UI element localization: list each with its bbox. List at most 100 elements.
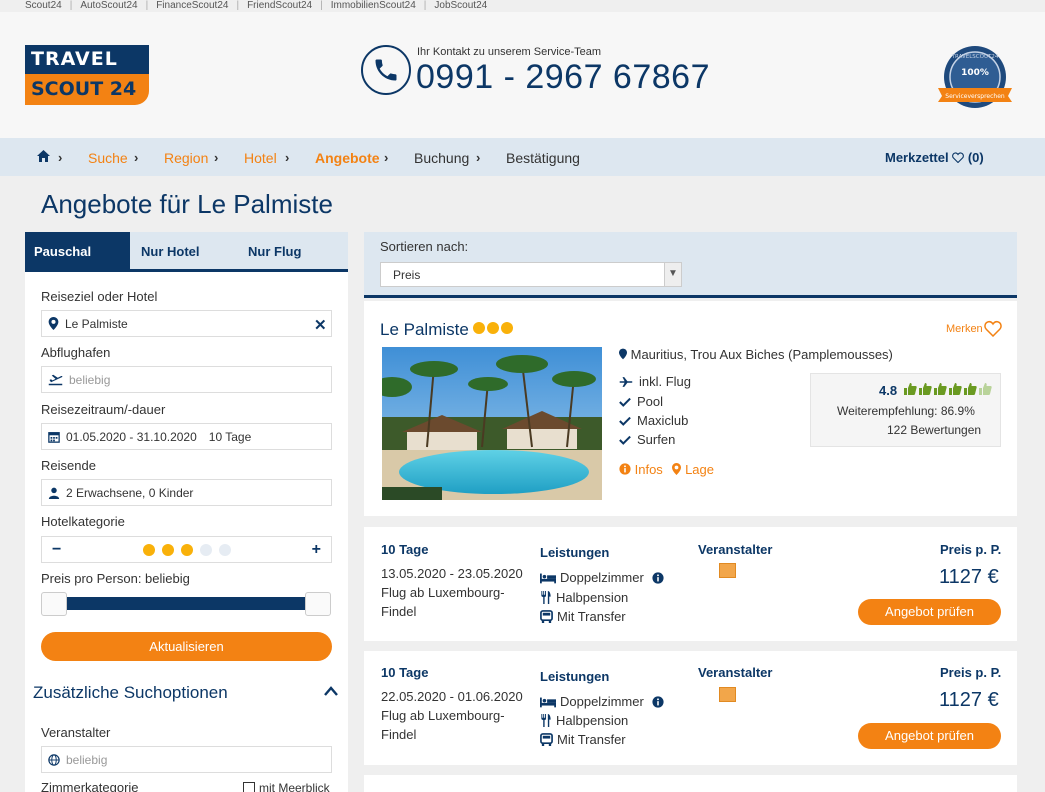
category-dot-2: [161, 543, 174, 556]
plane-icon: [619, 376, 633, 387]
info-link-label: Infos: [634, 462, 663, 477]
info-link[interactable]: Infos: [619, 462, 666, 477]
minus-icon[interactable]: −: [52, 541, 61, 559]
travelers-label: Reisende: [41, 458, 96, 473]
nav-link-financescout24[interactable]: FinanceScout24: [156, 0, 228, 12]
nav-link-scout24[interactable]: Scout24: [25, 0, 62, 12]
offer-flight: Flug ab Luxembourg-: [381, 585, 505, 600]
travelers-field[interactable]: 2 Erwachsene, 0 Kinder: [41, 479, 332, 506]
breadcrumb-region[interactable]: Region: [164, 150, 208, 166]
breadcrumb-suche[interactable]: Suche: [88, 150, 128, 166]
info-icon: [652, 695, 664, 708]
merken-label: Merken: [946, 323, 983, 335]
duration-value: 10 Tage: [208, 429, 252, 444]
seaview-label: mit Meerblick: [259, 781, 330, 792]
seal-ribbon: Serviceversprechen: [945, 93, 1005, 100]
check-icon: [619, 435, 631, 445]
plus-icon[interactable]: +: [312, 541, 321, 559]
extra-options-title[interactable]: Zusätzliche Suchoptionen: [33, 683, 228, 703]
seal-percent: 100%: [961, 68, 989, 78]
operator-header: Veranstalter: [698, 542, 773, 557]
period-value: 01.05.2020 - 31.10.2020: [66, 429, 197, 444]
update-button[interactable]: Aktualisieren: [41, 632, 332, 661]
offer-room-label: Doppelzimmer: [560, 694, 644, 709]
chevron-right-icon: ›: [384, 150, 389, 165]
price-label: Preis pro Person: beliebig: [41, 571, 190, 586]
chevron-right-icon: ›: [285, 150, 290, 165]
offer-transfer: Mit Transfer: [540, 732, 626, 747]
home-icon[interactable]: [36, 149, 51, 168]
offer-transfer-label: Mit Transfer: [557, 609, 626, 624]
hotline-number[interactable]: 0991 - 2967 67867: [416, 58, 710, 97]
merkzettel-count: (0): [967, 150, 984, 165]
thumb-up-icon: [964, 383, 977, 395]
category-dot-5: [218, 543, 231, 556]
price-header: Preis p. P.: [940, 542, 1002, 557]
offer-dates: 13.05.2020 - 23.05.2020: [381, 566, 523, 581]
breadcrumb-hotel[interactable]: Hotel: [244, 150, 277, 166]
period-field[interactable]: 01.05.2020 - 31.10.2020 10 Tage: [41, 423, 332, 450]
heart-icon[interactable]: [984, 320, 1002, 342]
person-icon: [48, 487, 60, 499]
chevron-down-icon[interactable]: ▼: [664, 263, 681, 286]
category-dot-3: [180, 543, 193, 556]
review-count[interactable]: 122 Bewertungen: [887, 423, 981, 437]
cutlery-icon: [541, 591, 551, 604]
destination-field[interactable]: Le Palmiste: [41, 310, 332, 337]
offer-transfer: Mit Transfer: [540, 609, 626, 624]
operator-header: Veranstalter: [698, 665, 773, 680]
tab-pauschal[interactable]: Pauschal: [25, 232, 130, 269]
thumb-up-icon: [949, 383, 962, 395]
operator-field[interactable]: beliebig: [41, 746, 332, 773]
check-offer-button[interactable]: Angebot prüfen: [858, 723, 1001, 749]
hotel-category-label: Hotelkategorie: [41, 514, 125, 529]
clear-icon[interactable]: ✕: [314, 316, 327, 334]
price-slider-min-handle[interactable]: [41, 592, 67, 616]
check-icon: [619, 416, 631, 426]
scout24-network-nav: Scout24 | AutoScout24 | FinanceScout24 | Fr…: [25, 0, 488, 12]
logo-line-1: TRAVEL: [25, 45, 149, 74]
hotel-links: Infos Lage: [619, 462, 714, 477]
seaview-checkbox[interactable]: [243, 782, 255, 792]
merkzettel-link[interactable]: Merkzettel (0): [885, 150, 984, 165]
merken-button[interactable]: Merken: [946, 323, 983, 335]
nav-link-immobilienscout24[interactable]: ImmobilienScout24: [331, 0, 416, 12]
feature-maxiclub: Maxiclub: [619, 413, 688, 428]
chevron-right-icon: ›: [134, 150, 139, 165]
offer-duration: 10 Tage: [381, 665, 429, 680]
logo-line-2: SCOUT 24: [25, 74, 149, 105]
cutlery-icon: [541, 714, 551, 727]
operator-logo-icon: [719, 563, 736, 578]
nav-link-jobscout24[interactable]: JobScout24: [434, 0, 487, 12]
travelscout24-logo[interactable]: TRAVEL SCOUT 24: [25, 45, 149, 105]
lage-link-label: Lage: [685, 462, 714, 477]
price-slider-track[interactable]: [55, 597, 317, 610]
chevron-up-icon[interactable]: [323, 684, 339, 702]
recommendation-rate: Weiterempfehlung: 86.9%: [837, 404, 975, 418]
offer-room-label: Doppelzimmer: [560, 570, 644, 585]
offer-flight-airport: Findel: [381, 604, 417, 619]
operator-logo-icon: [719, 687, 736, 702]
offer-board-label: Halbpension: [556, 590, 629, 605]
thumb-up-icon: [904, 383, 917, 395]
airport-field[interactable]: beliebig: [41, 366, 332, 393]
rating-score: 4.8: [879, 383, 898, 398]
nav-link-autoscout24[interactable]: AutoScout24: [80, 0, 137, 12]
hotel-photo[interactable]: [382, 347, 602, 500]
star-icon: [473, 322, 485, 334]
offer-dates: 22.05.2020 - 01.06.2020: [381, 689, 523, 704]
nav-link-friendscout24[interactable]: FriendScout24: [247, 0, 312, 12]
tab-nur-flug[interactable]: Nur Flug: [248, 232, 338, 269]
feature-pool: Pool: [619, 394, 663, 409]
price-header: Preis p. P.: [940, 665, 1002, 680]
hotel-name[interactable]: Le Palmiste: [380, 320, 469, 340]
check-offer-button[interactable]: Angebot prüfen: [858, 599, 1001, 625]
sort-select[interactable]: Preis: [380, 262, 682, 287]
offer-card: [364, 775, 1017, 792]
price-slider-max-handle[interactable]: [305, 592, 331, 616]
breadcrumb-angebote: Angebote: [315, 150, 380, 166]
tab-nur-hotel[interactable]: Nur Hotel: [141, 232, 231, 269]
info-icon: [652, 571, 664, 584]
lage-link[interactable]: Lage: [672, 462, 714, 477]
hotel-location: Mauritius, Trou Aux Biches (Pamplemousse…: [619, 347, 893, 362]
